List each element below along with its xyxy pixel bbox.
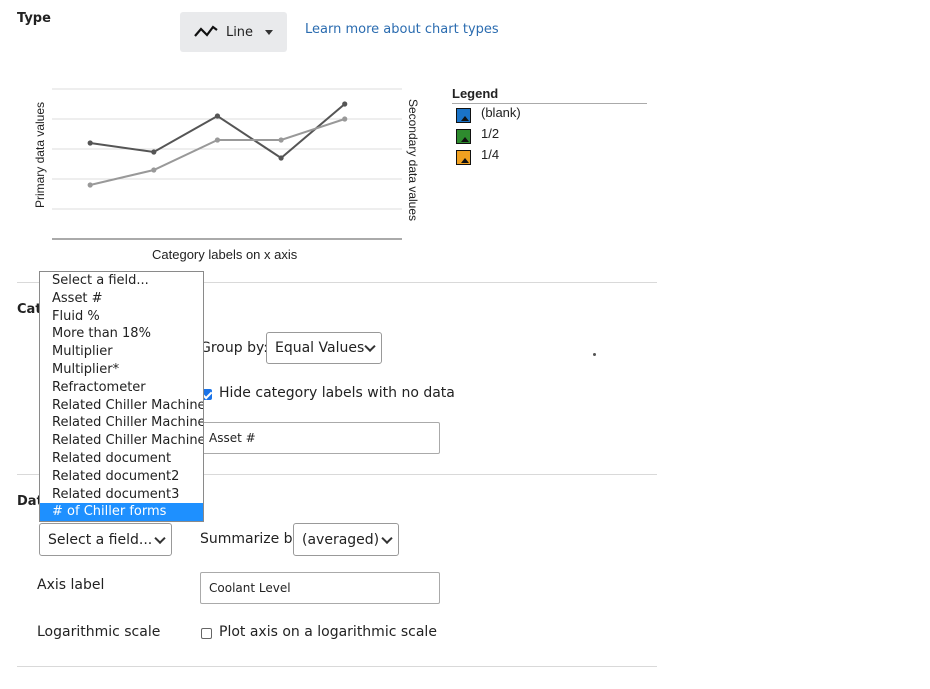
legend-swatch[interactable] xyxy=(456,108,471,123)
line-chart-icon xyxy=(194,25,218,37)
dropdown-option[interactable]: Related document2 xyxy=(40,468,203,486)
axis-label-label: Axis label xyxy=(37,577,105,593)
legend-label: 1/4 xyxy=(481,147,500,162)
data-point xyxy=(342,101,348,107)
chevron-down-icon xyxy=(381,532,393,544)
legend: (blank) 1/2 1/4 xyxy=(456,105,521,168)
legend-swatch[interactable] xyxy=(456,150,471,165)
y-axis-right-label: Secondary data values xyxy=(406,98,420,222)
data-point xyxy=(87,182,93,188)
legend-swatch[interactable] xyxy=(456,129,471,144)
dropdown-option[interactable]: Asset # xyxy=(40,290,203,308)
group-by-value: Equal Values xyxy=(275,340,365,356)
dropdown-option[interactable]: Select a field... xyxy=(40,272,203,290)
group-by-select[interactable]: Equal Values xyxy=(266,332,382,364)
group-by-label: Group by: xyxy=(200,340,268,356)
data-field-select[interactable]: Select a field... xyxy=(39,523,172,556)
dropdown-option[interactable]: Fluid % xyxy=(40,308,203,326)
log-scale-label: Logarithmic scale xyxy=(37,624,161,640)
summarize-value: (averaged) xyxy=(302,531,380,548)
category-section-title: Cat xyxy=(17,302,42,317)
series-line-2 xyxy=(89,118,346,186)
x-axis-label: Category labels on x axis xyxy=(152,247,298,262)
data-point xyxy=(151,149,157,155)
field-dropdown-list[interactable]: Select a field... Asset # Fluid % More than… xyxy=(39,271,204,522)
legend-title: Legend xyxy=(452,86,499,101)
dropdown-option[interactable]: Related Chiller Machine xyxy=(40,397,203,415)
dropdown-option[interactable]: # of Chiller forms xyxy=(40,503,203,521)
summarize-label: Summarize by: xyxy=(200,531,305,547)
y-axis-left-label-box: Primary data values xyxy=(30,88,48,228)
data-axis-label-value: Coolant Level xyxy=(209,581,291,595)
data-point xyxy=(214,137,221,143)
data-axis-label-input[interactable]: Coolant Level xyxy=(200,572,440,604)
dropdown-option[interactable]: Multiplier* xyxy=(40,361,203,379)
data-field-value: Select a field... xyxy=(48,531,153,548)
legend-item: 1/2 xyxy=(456,126,521,147)
legend-divider xyxy=(452,103,647,104)
data-point xyxy=(87,140,93,146)
legend-label: 1/2 xyxy=(481,126,500,141)
category-axis-label-value: Asset # xyxy=(209,431,256,445)
stray-dot xyxy=(593,353,596,356)
chart-type-button[interactable]: Line xyxy=(180,12,287,52)
dropdown-option[interactable]: Related document xyxy=(40,450,203,468)
legend-item: 1/4 xyxy=(456,147,521,168)
dropdown-option[interactable]: Related document3 xyxy=(40,486,203,504)
chevron-down-icon xyxy=(154,532,166,544)
chevron-down-icon xyxy=(364,340,376,353)
data-point xyxy=(278,155,284,161)
dropdown-option[interactable]: Related Chiller Machine3 xyxy=(40,432,203,450)
data-point xyxy=(214,113,221,119)
category-axis-label-input[interactable]: Asset # xyxy=(200,422,440,454)
summarize-select[interactable]: (averaged) xyxy=(293,523,399,556)
chevron-down-icon xyxy=(265,29,274,35)
log-scale-checkbox-label: Plot axis on a logarithmic scale xyxy=(219,624,437,640)
data-point xyxy=(342,116,348,122)
dropdown-option[interactable]: More than 18% xyxy=(40,325,203,343)
legend-label: (blank) xyxy=(481,105,521,120)
log-scale-checkbox[interactable] xyxy=(201,628,212,639)
type-label: Type xyxy=(17,11,51,26)
y-axis-left-label: Primary data values xyxy=(33,101,47,209)
hide-empty-label: Hide category labels with no data xyxy=(219,385,455,401)
legend-item: (blank) xyxy=(456,105,521,126)
y-axis-right-label-box: Secondary data values xyxy=(403,88,421,238)
chart-preview xyxy=(52,88,402,240)
section-divider-3 xyxy=(17,666,657,667)
dropdown-option[interactable]: Multiplier xyxy=(40,343,203,361)
learn-more-link[interactable]: Learn more about chart types xyxy=(305,22,499,37)
data-point xyxy=(278,137,284,143)
dropdown-option[interactable]: Refractometer xyxy=(40,379,203,397)
dropdown-option[interactable]: Related Chiller Machine2 xyxy=(40,414,203,432)
data-point xyxy=(151,167,157,173)
chart-type-label: Line xyxy=(225,24,254,40)
